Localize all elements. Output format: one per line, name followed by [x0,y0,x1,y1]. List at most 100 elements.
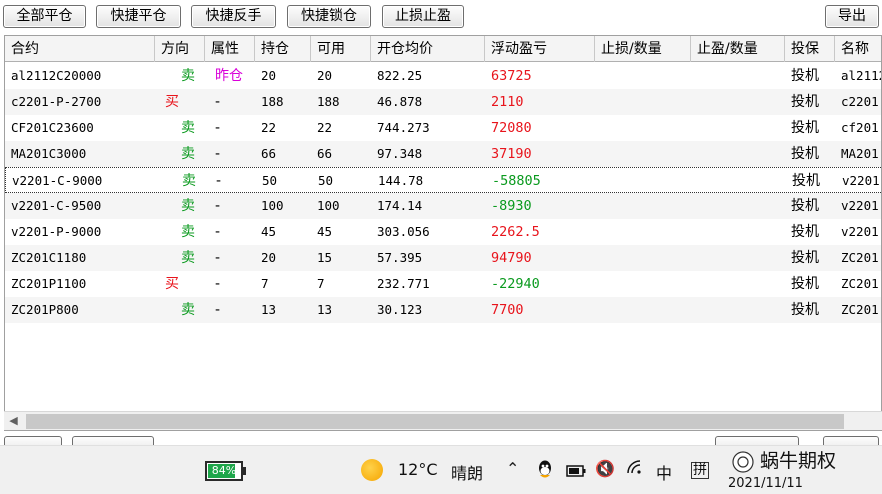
cell-available: 22 [317,120,333,135]
cell-holding: 20 [261,68,277,83]
cell-stop-loss [595,89,691,115]
cell-direction: 买 [165,94,179,110]
cell-stop-loss [595,271,691,297]
watermark-text: 蜗牛期权 [760,450,837,472]
cell-holding: 188 [261,94,284,109]
table-row[interactable]: v2201-P-9000 卖 - 45 45 303.056 2262.5 投机 v2201 [5,219,881,245]
cell-take-profit [692,168,786,194]
cell-holding: 13 [261,302,277,317]
cell-name: ZC201 [841,302,879,317]
header-col-stop-loss[interactable]: 止损/数量 [595,36,691,62]
cell-avg-price: 97.348 [377,146,423,161]
cell-attribute: - [215,94,221,110]
table-row[interactable]: v2201-C-9500 卖 - 100 100 174.14 -8930 投机 v2201 [5,193,881,219]
qq-icon[interactable] [536,459,554,483]
quick-close-button[interactable]: 快捷平仓 [96,5,181,28]
cell-name: v2201 [841,224,879,239]
chevron-up-icon[interactable]: ⌃ [506,459,519,478]
cell-hedge: 投机 [792,173,820,189]
cell-holding: 7 [261,276,269,291]
header-col-available[interactable]: 可用 [311,36,371,62]
header-col-direction[interactable]: 方向 [155,36,205,62]
cell-available: 50 [318,173,334,188]
table-row[interactable]: v2201-C-9000 卖 - 50 50 144.78 -58805 投机 v2201 [5,167,881,194]
header-col-name[interactable]: 名称 [835,36,881,62]
cell-stop-loss [595,141,691,167]
ime-mode[interactable]: 中 [656,460,672,484]
sun-icon[interactable] [361,459,383,481]
header-col-contract[interactable]: 合约 [5,36,155,62]
cell-avg-price: 822.25 [377,68,423,83]
cell-contract: v2201-C-9500 [11,198,102,213]
table-row[interactable]: c2201-P-2700 买 - 188 188 46.878 2110 投机 c2201 [5,89,881,115]
cell-direction: 卖 [181,146,195,162]
cell-direction: 买 [165,276,179,292]
cell-direction: 卖 [181,224,195,240]
stop-loss-profit-button[interactable]: 止损止盈 [382,5,464,28]
cell-float-pnl: 2262.5 [491,224,540,240]
positions-table: 合约 方向 属性 持仓 可用 开仓均价 浮动盈亏 止损/数量 止盈/数量 投保 名称 al2112C… [4,35,882,431]
cell-attribute: - [216,173,222,189]
cell-take-profit [691,271,785,297]
wifi-icon[interactable] [626,459,644,479]
table-row[interactable]: al2112C20000 卖 昨仓 20 20 822.25 63725 投机 al2112 [5,63,881,89]
cell-name: MA201 [841,146,879,161]
header-col-attribute[interactable]: 属性 [205,36,255,62]
cell-float-pnl: 94790 [491,250,532,266]
cell-name: v2201 [841,198,879,213]
export-button[interactable]: 导出 [825,5,879,28]
cell-attribute: - [215,198,221,214]
cell-avg-price: 744.273 [377,120,430,135]
cell-holding: 100 [261,198,284,213]
header-col-holding[interactable]: 持仓 [255,36,311,62]
quick-reverse-button[interactable]: 快捷反手 [191,5,276,28]
bottom-button-3[interactable] [715,436,799,445]
cell-avg-price: 174.14 [377,198,423,213]
cell-attribute: - [215,120,221,136]
cell-direction: 卖 [181,68,195,84]
table-row[interactable]: CF201C23600 卖 - 22 22 744.273 72080 投机 cf201 [5,115,881,141]
battery-icon[interactable]: 84% [205,461,243,481]
scroll-left-icon[interactable]: ◀ [4,412,23,431]
cell-stop-loss [595,219,691,245]
header-col-float-pnl[interactable]: 浮动盈亏 [485,36,595,62]
close-all-button[interactable]: 全部平仓 [3,5,86,28]
weather-text[interactable]: 晴朗 [451,460,483,484]
quick-lock-button[interactable]: 快捷锁仓 [287,5,371,28]
table-row[interactable]: ZC201P1100 买 - 7 7 232.771 -22940 投机 ZC201 [5,271,881,297]
battery-tray-icon[interactable] [566,462,586,481]
cell-direction: 卖 [181,250,195,266]
table-row[interactable]: MA201C3000 卖 - 66 66 97.348 37190 投机 MA201 [5,141,881,167]
temperature[interactable]: 12°C [398,460,438,479]
horizontal-scrollbar[interactable]: ◀ [4,411,882,430]
bottom-button-2[interactable] [72,436,154,445]
cell-available: 100 [317,198,340,213]
taskbar: 84% 12°C 晴朗 ⌃ 🔇 中 拼 2021/11/11 蜗牛期权 [0,445,882,494]
cell-available: 45 [317,224,333,239]
cell-hedge: 投机 [791,120,819,136]
cell-hedge: 投机 [791,94,819,110]
speaker-muted-icon[interactable]: 🔇 [595,459,615,478]
table-row[interactable]: ZC201P800 卖 - 13 13 30.123 7700 投机 ZC201 [5,297,881,323]
cell-contract: v2201-C-9000 [12,173,103,188]
scrollbar-thumb[interactable] [26,414,844,429]
ime-pinyin[interactable]: 拼 [691,462,709,479]
table-row[interactable]: ZC201C1180 卖 - 20 15 57.395 94790 投机 ZC201 [5,245,881,271]
cell-direction: 卖 [181,302,195,318]
header-col-take-profit[interactable]: 止盈/数量 [691,36,785,62]
cell-hedge: 投机 [791,68,819,84]
cell-available: 13 [317,302,333,317]
header-col-avg-price[interactable]: 开仓均价 [371,36,485,62]
cell-avg-price: 46.878 [377,94,423,109]
cell-hedge: 投机 [791,146,819,162]
cell-direction: 卖 [181,198,195,214]
bottom-button-1[interactable] [4,436,62,445]
cell-float-pnl: -8930 [491,198,532,214]
cell-contract: v2201-P-9000 [11,224,102,239]
header-col-hedge[interactable]: 投保 [785,36,835,62]
clock-date[interactable]: 2021/11/11 [728,476,803,491]
cell-float-pnl: 72080 [491,120,532,136]
cell-hedge: 投机 [791,250,819,266]
cell-float-pnl: 63725 [491,68,532,84]
bottom-button-4[interactable] [823,436,879,445]
